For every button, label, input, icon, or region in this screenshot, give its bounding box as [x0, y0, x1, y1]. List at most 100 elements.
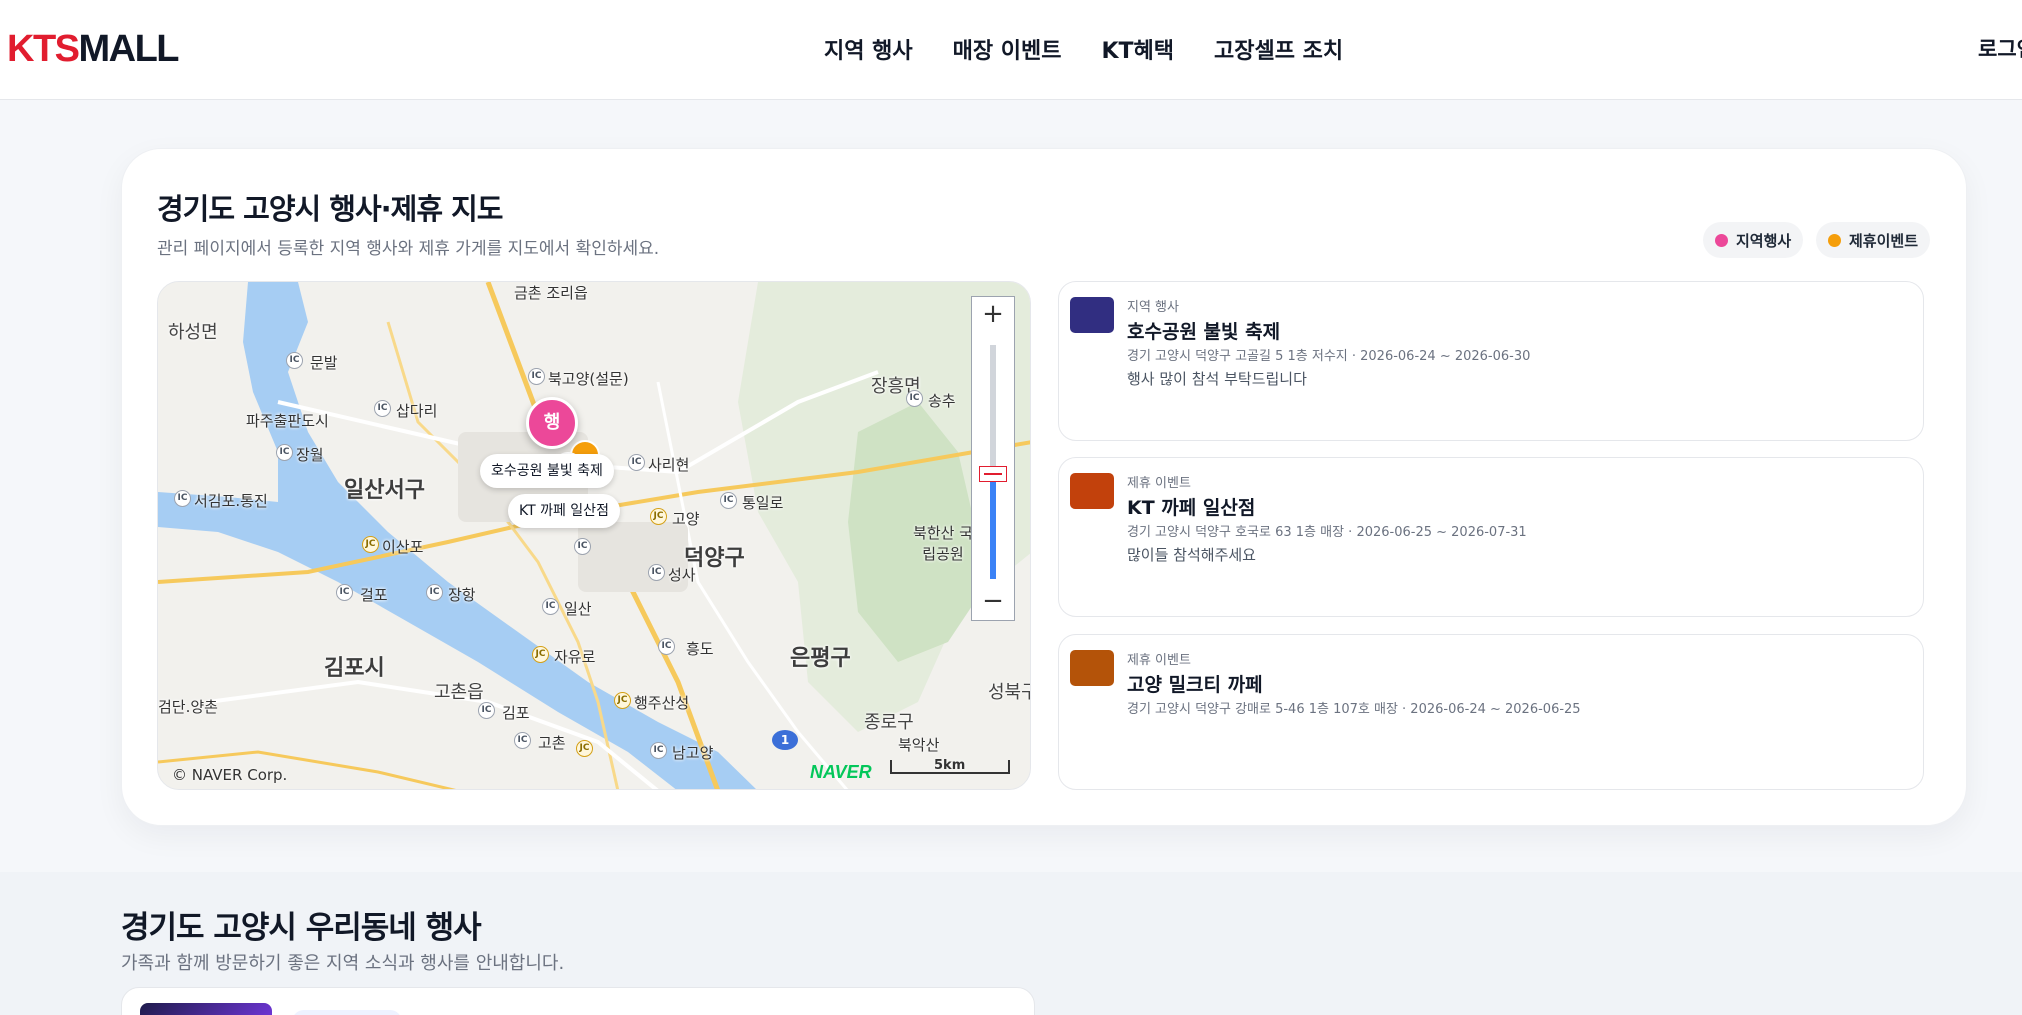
map-place: 북고양(설문) — [548, 370, 629, 388]
item-meta: 경기 고양시 덕양구 호국로 63 1층 매장 · 2026-06-25 ~ 2… — [1127, 525, 1527, 540]
item-title: 고양 밀크티 까페 — [1127, 674, 1263, 696]
map-place: 은평구 — [790, 646, 851, 671]
ic-icon: IC — [426, 584, 443, 601]
map-place: 성북구 — [988, 682, 1030, 703]
jc-icon: JC — [650, 508, 667, 525]
map-place: 통일로 — [742, 494, 784, 512]
jc-icon: JC — [614, 692, 631, 709]
event-category-chip — [292, 1010, 402, 1015]
map-place: 금촌 조리읍 — [514, 284, 588, 302]
map-place: 장항 — [448, 586, 476, 604]
map-place: 파주출판도시 — [246, 412, 329, 430]
map-place: 김포시 — [324, 656, 385, 681]
jc-icon: JC — [532, 646, 549, 663]
top-header: KTSMALL 지역 행사 매장 이벤트 KT혜택 고장셀프 조치 로그인 — [0, 0, 2022, 100]
map-view[interactable]: 하성면 금촌 조리읍 문발 파주출판도시 삽다리 북고양(설문) 장흥면 송추 … — [157, 281, 1031, 790]
legend-label: 지역행사 — [1736, 231, 1792, 250]
item-meta: 경기 고양시 덕양구 강매로 5-46 1층 107호 매장 · 2026-06… — [1127, 702, 1581, 717]
legend-dot-pink — [1715, 233, 1728, 247]
list-item[interactable]: 제휴 이벤트 고양 밀크티 까페 경기 고양시 덕양구 강매로 5-46 1층 … — [1058, 634, 1924, 790]
ic-icon: IC — [574, 538, 591, 555]
local-events-title: 경기도 고양시 우리동네 행사 — [121, 910, 482, 946]
item-description: 많이들 참석해주세요 — [1127, 546, 1256, 564]
ic-icon: IC — [628, 454, 645, 471]
item-title: KT 까페 일산점 — [1127, 497, 1256, 519]
item-category: 제휴 이벤트 — [1127, 476, 1191, 491]
legend-local-event[interactable]: 지역행사 — [1703, 222, 1804, 258]
item-thumbnail — [1070, 650, 1114, 686]
nav-kt-benefits[interactable]: KT혜택 — [1102, 33, 1175, 65]
zoom-in-button[interactable]: + — [972, 297, 1014, 333]
ic-icon: IC — [542, 598, 559, 615]
map-place: 고촌읍 — [434, 682, 484, 703]
ic-icon: IC — [374, 400, 391, 417]
ic-icon: IC — [514, 732, 531, 749]
map-place-park: 북한산 국립공원 — [913, 524, 973, 563]
ic-icon: IC — [658, 638, 675, 655]
map-copyright: © NAVER Corp. — [172, 766, 288, 784]
map-place: 성사 — [668, 566, 696, 584]
ic-icon: IC — [650, 742, 667, 759]
zoom-out-button[interactable]: − — [972, 584, 1014, 620]
map-place: 북악산 — [898, 736, 940, 754]
list-item[interactable]: 지역 행사 호수공원 불빛 축제 경기 고양시 덕양구 고골길 5 1층 저수지… — [1058, 281, 1924, 441]
item-thumbnail — [1070, 297, 1114, 333]
zoom-handle[interactable] — [979, 466, 1007, 482]
map-place: 일산서구 — [344, 478, 425, 503]
logo-text: MALL — [78, 28, 180, 70]
item-category: 지역 행사 — [1127, 300, 1179, 315]
login-link[interactable]: 로그인 — [1978, 33, 2022, 63]
map-place: 자유로 — [554, 648, 596, 666]
map-place: 검단.양촌 — [158, 698, 218, 716]
logo[interactable]: KTSMALL — [7, 28, 180, 71]
zoom-control: + − — [971, 296, 1015, 621]
ic-icon: IC — [174, 490, 191, 507]
ic-icon: IC — [906, 390, 923, 407]
event-marker[interactable]: 행 — [526, 397, 578, 449]
map-place: 하성면 — [168, 322, 218, 343]
ic-icon: IC — [528, 368, 545, 385]
map-place: 서김포.통진 — [194, 492, 268, 510]
map-place: 행주산성 — [634, 694, 690, 712]
map-section-title: 경기도 고양시 행사·제휴 지도 — [157, 192, 503, 226]
item-description: 행사 많이 참석 부탁드립니다 — [1127, 370, 1307, 388]
legend-partner-event[interactable]: 제휴이벤트 — [1816, 222, 1931, 258]
local-events-subtitle: 가족과 함께 방문하기 좋은 지역 소식과 행사를 안내합니다. — [121, 953, 565, 974]
ic-icon: IC — [286, 352, 303, 369]
map-place: 이산포 — [382, 538, 424, 556]
naver-logo: NAVER — [810, 762, 872, 782]
nav-self-repair[interactable]: 고장셀프 조치 — [1214, 33, 1343, 65]
ic-icon: IC — [276, 444, 293, 461]
item-category: 제휴 이벤트 — [1127, 653, 1191, 668]
route-shield-icon: 1 — [772, 730, 798, 750]
map-place: 사리현 — [648, 456, 690, 474]
event-thumbnail — [140, 1003, 272, 1015]
logo-accent: KTS — [7, 28, 80, 70]
map-place: 문발 — [310, 354, 338, 372]
map-scale-label: 5km — [934, 758, 966, 773]
ic-icon: IC — [478, 702, 495, 719]
legend-dot-orange — [1828, 233, 1841, 247]
map-place: 걸포 — [360, 586, 388, 604]
local-event-card[interactable] — [121, 987, 1035, 1015]
ic-icon: IC — [648, 564, 665, 581]
jc-icon: JC — [576, 740, 593, 757]
map-place: 고양 — [672, 510, 700, 528]
nav-local-events[interactable]: 지역 행사 — [824, 33, 913, 65]
map-place: 일산 — [564, 600, 592, 618]
item-thumbnail — [1070, 473, 1114, 509]
map-place: 김포 — [502, 704, 530, 722]
jc-icon: JC — [362, 536, 379, 553]
map-place: 종로구 — [864, 712, 914, 733]
item-title: 호수공원 불빛 축제 — [1127, 321, 1281, 343]
legend-label: 제휴이벤트 — [1849, 231, 1919, 250]
marker-tag-event[interactable]: 호수공원 불빛 축제 — [480, 454, 614, 488]
ic-icon: IC — [720, 492, 737, 509]
marker-tag-partner[interactable]: KT 까페 일산점 — [508, 494, 620, 528]
nav-store-events[interactable]: 매장 이벤트 — [953, 33, 1062, 65]
map-place: 남고양 — [672, 744, 714, 762]
list-item[interactable]: 제휴 이벤트 KT 까페 일산점 경기 고양시 덕양구 호국로 63 1층 매장… — [1058, 457, 1924, 617]
zoom-level-fill — [990, 474, 996, 579]
item-meta: 경기 고양시 덕양구 고골길 5 1층 저수지 · 2026-06-24 ~ 2… — [1127, 349, 1531, 364]
map-place: 흥도 — [686, 640, 714, 658]
